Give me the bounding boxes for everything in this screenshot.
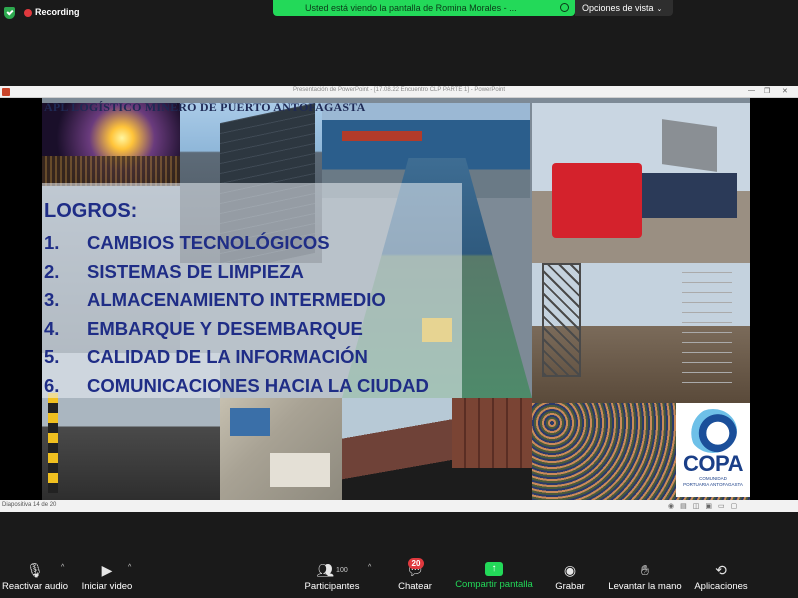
chat-button[interactable]: 💬︎ 20 Chatear [392, 556, 438, 598]
unmute-button[interactable]: 🎙︎ Reactivar audio [0, 556, 70, 598]
cranes-photo [532, 263, 750, 403]
recording-label: Recording [35, 7, 80, 17]
list-item: 6. COMUNICACIONES HACIA LA CIUDAD [44, 374, 429, 396]
list-item: 2. SISTEMAS DE LIMPIEZA [44, 260, 304, 282]
list-item: 5. CALIDAD DE LA INFORMACIÓN [44, 346, 368, 367]
aerial-port-photo [220, 398, 342, 500]
view-options-label: Opciones de vista [582, 3, 654, 13]
chat-unread-badge: 20 [408, 558, 424, 569]
view-mode-icons[interactable]: ◉▤◫▣▭▢ [668, 502, 743, 510]
start-video-button[interactable]: ▶︎ Iniciar video [78, 556, 136, 598]
security-shield-icon[interactable] [4, 7, 15, 19]
raise-hand-button[interactable]: ✋︎ Levantar la mano [606, 556, 684, 598]
share-screen-icon: ↑ [485, 562, 503, 576]
list-item: 1. CAMBIOS TECNOLÓGICOS [44, 232, 330, 253]
audio-options-caret[interactable]: ^ [61, 564, 64, 571]
train-tracks-photo [342, 398, 532, 500]
mic-off-icon: 🎙︎ [26, 562, 44, 578]
participants-button[interactable]: 👥︎ 100 Participantes [300, 556, 364, 598]
video-options-caret[interactable]: ^ [128, 564, 131, 571]
record-button[interactable]: ◉ Grabar [550, 556, 590, 598]
list-item: 4. EMBARQUE Y DESEMBARQUE [44, 317, 363, 339]
slide-counter: Diapositiva 14 de 20 [2, 502, 57, 508]
hand-icon: ✋︎ [641, 562, 649, 578]
recording-dot-icon [24, 9, 32, 17]
achievements-heading: LOGROS: [44, 200, 138, 222]
banner-info-icon[interactable] [560, 3, 569, 12]
concert-photo [42, 103, 180, 186]
restore-icon[interactable]: ❐ [764, 87, 770, 95]
truck-photo [532, 103, 750, 263]
participants-icon: 👥︎ 100 [316, 562, 348, 578]
zoom-toolbar: 🎙︎ Reactivar audio ^ ▶︎ Iniciar video ^ … [0, 556, 798, 598]
list-item: 3. ALMACENAMIENTO INTERMEDIO [44, 289, 386, 310]
record-icon: ◉ [563, 562, 577, 578]
ppt-statusbar: Diapositiva 14 de 20 ◉▤◫▣▭▢ [0, 500, 798, 512]
minimize-icon[interactable]: — [748, 87, 755, 94]
apps-icon: ⟲ [715, 562, 727, 578]
slide-canvas: APL LOGÍSTICO MINERO DE PUERTO ANTOFAGAS… [42, 98, 750, 500]
close-icon[interactable]: ✕ [782, 87, 788, 95]
copa-logo: COPA COMUNIDAD PORTUARIA ANTOFAGASTA [676, 403, 750, 497]
screen-share-banner[interactable]: Usted está viendo la pantalla de Romina … [273, 0, 575, 16]
share-screen-button[interactable]: ↑ Compartir pantalla [450, 556, 538, 598]
shared-powerpoint-window: Presentación de PowerPoint - [17.08.22 E… [0, 86, 798, 512]
copa-logo-subtitle: COMUNIDAD PORTUARIA ANTOFAGASTA [683, 476, 743, 487]
copa-swirl-icon [689, 409, 737, 453]
copa-logo-word: COPA [683, 451, 743, 476]
slide-title: APL LOGÍSTICO MINERO DE PUERTO ANTOFAGAS… [44, 100, 366, 114]
apps-button[interactable]: ⟲ Aplicaciones [690, 556, 752, 598]
ppt-titlebar: Presentación de PowerPoint - [17.08.22 E… [0, 86, 798, 98]
participants-options-caret[interactable]: ^ [368, 564, 371, 571]
ppt-window-title: Presentación de PowerPoint - [17.08.22 E… [292, 87, 506, 93]
chevron-down-icon: ⌄ [656, 6, 663, 13]
view-options-button[interactable]: Opciones de vista ⌄ [575, 0, 673, 16]
achievements-list: 1. CAMBIOS TECNOLÓGICOS 2. SISTEMAS DE LIM… [44, 232, 429, 403]
participant-count: 100 [336, 567, 348, 575]
screen-share-banner-text: Usted está viendo la pantalla de Romina … [305, 3, 517, 13]
